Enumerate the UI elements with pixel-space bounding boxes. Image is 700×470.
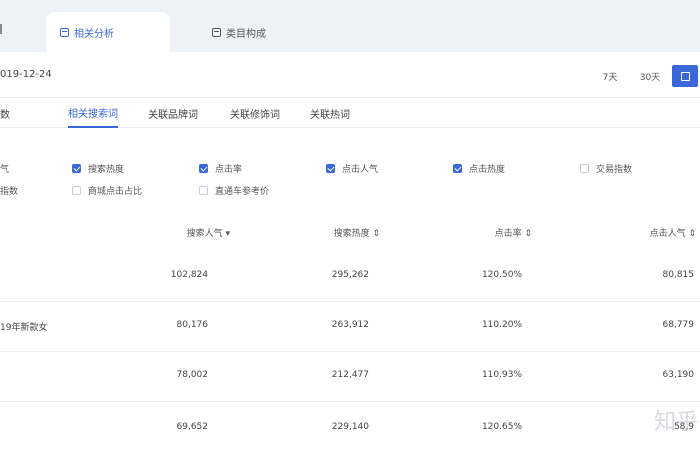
subnav-related-search-words[interactable]: 相关搜索词 <box>68 98 118 128</box>
tab-category-composition[interactable]: 类目构成 <box>198 12 318 52</box>
click-rate-cell: 120.50% <box>481 270 522 280</box>
checkbox-checked-icon[interactable] <box>72 164 81 173</box>
metric-filters: 气 搜索热度 点击率 点击人气 点击热度 交易指数 指数 商城点击占比 直通车参… <box>0 156 700 202</box>
table-header: 搜索人气 ▾ 搜索热度 ⇕ 点击率 ⇕ 点击人气 ⇕ <box>0 218 700 246</box>
subnav-related-modifier-words[interactable]: 关联修饰词 <box>230 98 280 128</box>
click-popularity-cell: 63,190 <box>662 370 695 380</box>
table-row[interactable]: 69,652 229,140 120.65% 58,9 <box>0 404 700 454</box>
top-tab-bar: 相关分析 类目构成 <box>0 0 700 52</box>
column-header-search-heat[interactable]: 搜索热度 ⇕ <box>334 226 380 239</box>
edge-fragment <box>0 24 6 34</box>
range-7-days-button[interactable]: 7天 <box>596 65 624 87</box>
filter-label: 搜索热度 <box>88 165 125 175</box>
filter-label: 点击人气 <box>342 165 379 175</box>
search-heat-cell: 263,912 <box>331 320 369 330</box>
tab-icon <box>212 27 221 37</box>
date-range-bar: 019-12-24 7天 30天 <box>0 52 700 98</box>
tab-label: 类目构成 <box>226 28 266 40</box>
checkbox-unchecked-icon[interactable] <box>580 164 589 173</box>
click-popularity-cell: 80,815 <box>662 270 695 280</box>
filter-label: 点击率 <box>215 165 243 175</box>
checkbox-unchecked-icon[interactable] <box>72 186 81 195</box>
filter-label: 点击热度 <box>469 165 506 175</box>
filter-label: 直通车参考价 <box>215 187 270 197</box>
search-popularity-cell: 102,824 <box>170 270 208 280</box>
keyword-cell: 19年新款女 <box>0 323 48 333</box>
calendar-button[interactable] <box>672 65 698 87</box>
filter-click-rate[interactable]: 点击率 <box>199 162 242 175</box>
filter-click-popularity[interactable]: 点击人气 <box>326 162 378 175</box>
click-rate-cell: 120.65% <box>481 422 522 432</box>
filter-click-heat[interactable]: 点击热度 <box>453 162 505 175</box>
checkbox-checked-icon[interactable] <box>199 164 208 173</box>
tab-related-analysis[interactable]: 相关分析 <box>46 12 170 52</box>
calendar-icon <box>680 71 690 81</box>
search-heat-cell: 212,477 <box>331 370 369 380</box>
filter-label: 气 <box>0 165 10 175</box>
column-header-click-popularity[interactable]: 点击人气 ⇕ <box>650 226 696 239</box>
filter-label: 交易指数 <box>596 165 633 175</box>
table-row[interactable]: 19年新款女 80,176 263,912 110.20% 68,779 <box>0 302 700 352</box>
filter-mall-click-share[interactable]: 商城点击占比 <box>72 184 142 197</box>
search-popularity-cell: 78,002 <box>176 370 209 380</box>
click-rate-cell: 110.20% <box>481 320 522 330</box>
checkbox-checked-icon[interactable] <box>326 164 335 173</box>
sub-navigation: 数 相关搜索词 关联品牌词 关联修饰词 关联热词 <box>0 98 700 128</box>
search-popularity-cell: 80,176 <box>176 320 209 330</box>
search-heat-cell: 295,262 <box>331 270 369 280</box>
date-display: 019-12-24 <box>0 69 52 80</box>
table-row[interactable]: 78,002 212,477 110.93% 63,190 <box>0 352 700 402</box>
click-rate-cell: 110.93% <box>481 370 522 380</box>
checkbox-unchecked-icon[interactable] <box>199 186 208 195</box>
column-header-click-rate[interactable]: 点击率 ⇕ <box>495 226 532 239</box>
tab-label: 相关分析 <box>74 28 114 40</box>
filter-trade-index[interactable]: 交易指数 <box>580 162 632 175</box>
filter-label: 指数 <box>0 187 19 197</box>
search-popularity-cell: 69,652 <box>176 422 209 432</box>
filter-ztc-reference-price[interactable]: 直通车参考价 <box>199 184 269 197</box>
checkbox-checked-icon[interactable] <box>453 164 462 173</box>
subnav-left-stub: 数 <box>0 109 10 121</box>
subnav-related-hot-words[interactable]: 关联热词 <box>310 98 350 128</box>
filter-label: 商城点击占比 <box>88 187 143 197</box>
click-popularity-cell: 68,779 <box>662 320 695 330</box>
table-row[interactable]: 102,824 295,262 120.50% 80,815 <box>0 252 700 302</box>
tab-icon <box>60 27 69 37</box>
subnav-related-brand-words[interactable]: 关联品牌词 <box>148 98 198 128</box>
filter-popularity[interactable]: 气 <box>0 162 9 175</box>
search-heat-cell: 229,140 <box>331 422 369 432</box>
range-30-days-button[interactable]: 30天 <box>634 65 666 87</box>
column-header-search-popularity[interactable]: 搜索人气 ▾ <box>187 226 230 239</box>
zhihu-watermark: 知乎 <box>654 410 699 435</box>
filter-index[interactable]: 指数 <box>0 184 18 197</box>
filter-search-heat[interactable]: 搜索热度 <box>72 162 124 175</box>
